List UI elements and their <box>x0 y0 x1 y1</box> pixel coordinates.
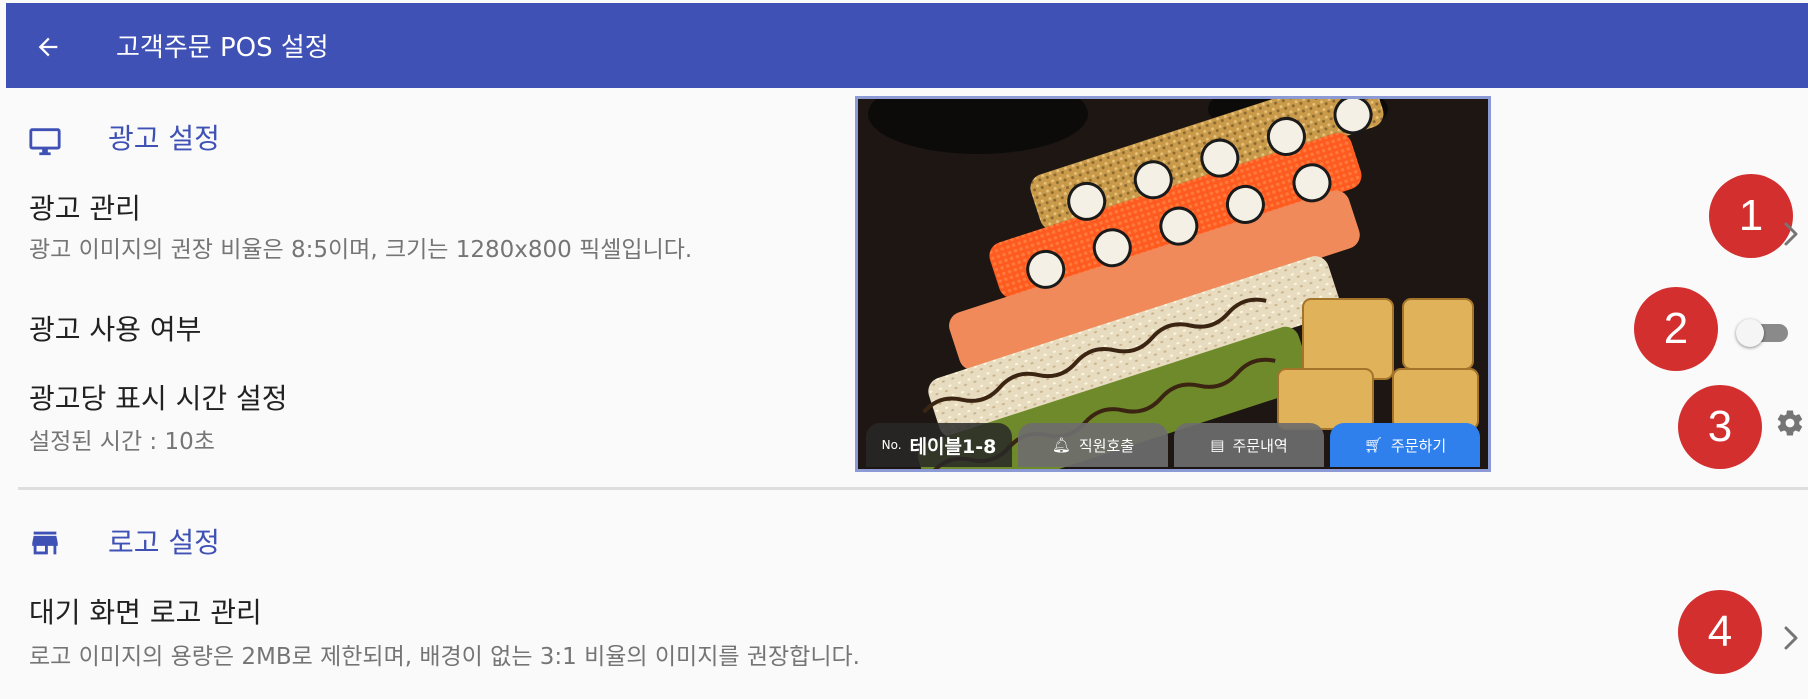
bell-icon: 🔔︎ <box>1051 436 1071 454</box>
callout-badge-3: 3 <box>1678 385 1762 469</box>
standby-logo-desc: 로고 이미지의 용량은 2MB로 제한되며, 배경이 없는 3:1 비율의 이미… <box>29 644 860 670</box>
cart-icon: 🛒︎ <box>1363 436 1383 454</box>
ad-use-toggle[interactable] <box>1736 316 1792 348</box>
ad-preview-image: No. 테이블1-8 🔔︎ 직원호출 ▤ 주문내역 🛒︎ 주문하기 <box>855 96 1491 472</box>
preview-bottom-bar: No. 테이블1-8 🔔︎ 직원호출 ▤ 주문내역 🛒︎ 주문하기 <box>858 421 1488 469</box>
page-title: 고객주문 POS 설정 <box>116 33 329 63</box>
order-button[interactable]: 🛒︎ 주문하기 <box>1330 423 1480 467</box>
gear-icon[interactable] <box>1775 408 1805 438</box>
chevron-right-icon[interactable] <box>1780 218 1802 250</box>
sushi-illustration <box>858 99 1488 469</box>
staff-call-label: 직원호출 <box>1078 436 1135 455</box>
table-number-label: No. 테이블1-8 <box>866 423 1012 467</box>
order-history-label: 주문내역 <box>1232 436 1288 455</box>
ad-management-desc: 광고 이미지의 권장 비율은 8:5이며, 크기는 1280x800 픽셀입니다… <box>29 237 693 263</box>
section-divider <box>18 487 1808 490</box>
staff-call-button[interactable]: 🔔︎ 직원호출 <box>1018 423 1168 467</box>
ad-section-title: 광고 설정 <box>108 122 220 155</box>
monitor-icon <box>29 128 61 156</box>
order-label: 주문하기 <box>1390 436 1447 455</box>
logo-section-title: 로고 설정 <box>108 526 220 559</box>
app-bar: 고객주문 POS 설정 <box>6 3 1808 88</box>
ad-management-title[interactable]: 광고 관리 <box>29 192 141 226</box>
ad-display-time-title[interactable]: 광고당 표시 시간 설정 <box>29 382 288 416</box>
toggle-knob <box>1736 319 1764 347</box>
table-number-value: 테이블1-8 <box>909 435 997 458</box>
table-number-prefix: No. <box>881 438 902 452</box>
store-icon <box>32 531 58 555</box>
order-history-button[interactable]: ▤ 주문내역 <box>1174 423 1324 467</box>
callout-badge-4: 4 <box>1678 590 1762 674</box>
ad-use-title: 광고 사용 여부 <box>29 313 202 346</box>
callout-badge-2: 2 <box>1634 287 1718 371</box>
arrow-left-icon[interactable] <box>34 33 62 61</box>
standby-logo-title[interactable]: 대기 화면 로고 관리 <box>29 596 262 630</box>
chevron-right-icon[interactable] <box>1780 622 1802 654</box>
receipt-icon: ▤ <box>1210 436 1225 454</box>
ad-display-time-desc: 설정된 시간 : 10초 <box>29 429 215 455</box>
